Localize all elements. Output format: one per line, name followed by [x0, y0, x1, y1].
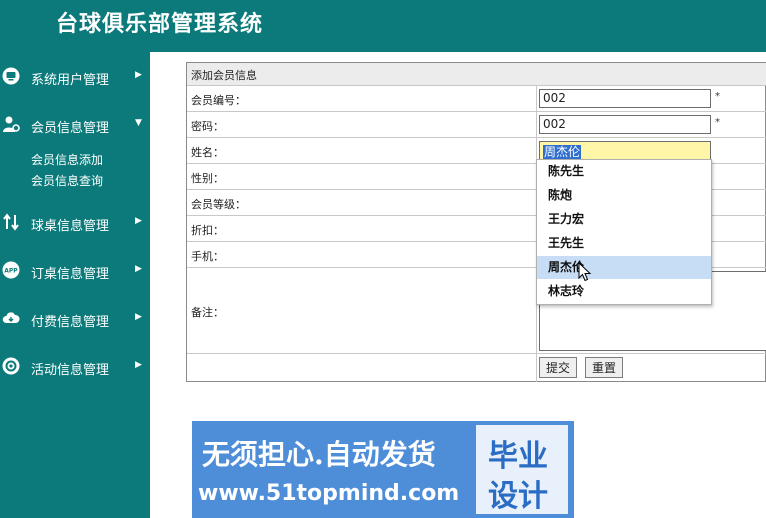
autocomplete-option[interactable]: 王先生: [537, 232, 711, 255]
phone-label: 手机：: [191, 250, 224, 263]
form-title: 添加会员信息: [191, 69, 257, 82]
autocomplete-option[interactable]: 王力宏: [537, 208, 711, 231]
sidebar-item-label: 订桌信息管理: [31, 267, 110, 282]
sidebar-item-label: 会员信息管理: [31, 121, 110, 136]
sidebar-item-booking-info[interactable]: APP 订桌信息管理 ▶: [0, 256, 150, 286]
chevron-down-icon: ▼: [135, 118, 142, 128]
svg-text:APP: APP: [4, 268, 18, 275]
name-autocomplete-dropdown: 陈先生 陈炮 王力宏 王先生 周杰伦 林志玲: [536, 159, 712, 305]
name-input-value: 周杰伦: [543, 145, 582, 159]
cloud-icon: [2, 309, 20, 327]
sidebar: 系统用户管理 ▶ 会员信息管理 ▼ 会员信息添加 会员信息查询 球桌信息管理 ▶…: [0, 52, 150, 518]
level-label: 会员等级：: [191, 198, 246, 211]
password-input[interactable]: 002: [539, 115, 711, 134]
mouse-pointer-icon: [578, 261, 592, 282]
password-label: 密码：: [191, 120, 224, 133]
name-label: 姓名：: [191, 146, 224, 159]
chevron-right-icon: ▶: [135, 70, 142, 80]
chevron-right-icon: ▶: [135, 216, 142, 226]
form-row-actions: 提交 重置: [187, 354, 766, 382]
member-no-label: 会员编号：: [191, 94, 246, 107]
gear-icon: [2, 357, 20, 375]
sidebar-item-activity-info[interactable]: 活动信息管理 ▶: [0, 352, 150, 382]
app-header: 台球俱乐部管理系统: [0, 0, 766, 52]
remark-label: 备注：: [191, 306, 224, 319]
chevron-right-icon: ▶: [135, 312, 142, 322]
sidebar-item-member-info[interactable]: 会员信息管理 ▼: [0, 110, 150, 140]
autocomplete-option-highlighted[interactable]: 周杰伦: [537, 256, 711, 279]
required-mark: *: [715, 117, 720, 128]
app-title: 台球俱乐部管理系统: [56, 11, 264, 37]
required-mark: *: [715, 91, 720, 102]
form-row-member-no: 会员编号： 002 *: [187, 86, 766, 112]
form-title-row: 添加会员信息: [187, 63, 766, 86]
watermark-box-line2: 设计: [488, 479, 548, 514]
member-no-input[interactable]: 002: [539, 89, 711, 108]
autocomplete-option[interactable]: 陈炮: [537, 184, 711, 207]
watermark-box-line1: 毕业: [488, 439, 548, 474]
chevron-right-icon: ▶: [135, 360, 142, 370]
gender-label: 性别：: [191, 172, 224, 185]
name-input[interactable]: 周杰伦: [539, 141, 711, 160]
watermark-box: 毕业 设计: [476, 425, 568, 514]
submit-button[interactable]: 提交: [539, 357, 578, 378]
sidebar-item-label: 系统用户管理: [31, 73, 110, 88]
sidebar-item-label: 付费信息管理: [31, 315, 110, 330]
sidebar-item-table-info[interactable]: 球桌信息管理 ▶: [0, 208, 150, 238]
user-settings-icon: [2, 115, 20, 133]
swap-icon: [2, 213, 20, 231]
monitor-icon: [2, 67, 20, 85]
discount-label: 折扣：: [191, 224, 224, 237]
autocomplete-option[interactable]: 陈先生: [537, 160, 711, 183]
sidebar-item-system-users[interactable]: 系统用户管理 ▶: [0, 62, 150, 92]
watermark-line1: 无须担心.自动发货: [202, 438, 436, 471]
sidebar-item-label: 活动信息管理: [31, 363, 110, 378]
watermark-banner: 无须担心.自动发货 www.51topmind.com 毕业 设计: [192, 421, 574, 518]
sidebar-item-payment-info[interactable]: 付费信息管理 ▶: [0, 304, 150, 334]
chevron-right-icon: ▶: [135, 264, 142, 274]
sidebar-subitem-member-add[interactable]: 会员信息添加: [31, 151, 103, 168]
watermark-line2: www.51topmind.com: [198, 481, 460, 506]
reset-button[interactable]: 重置: [585, 357, 624, 378]
sidebar-item-label: 球桌信息管理: [31, 219, 110, 234]
sidebar-subitem-member-query[interactable]: 会员信息查询: [31, 172, 103, 189]
app-icon: APP: [2, 261, 20, 279]
autocomplete-option[interactable]: 林志玲: [537, 280, 711, 303]
form-row-password: 密码： 002 *: [187, 112, 766, 138]
